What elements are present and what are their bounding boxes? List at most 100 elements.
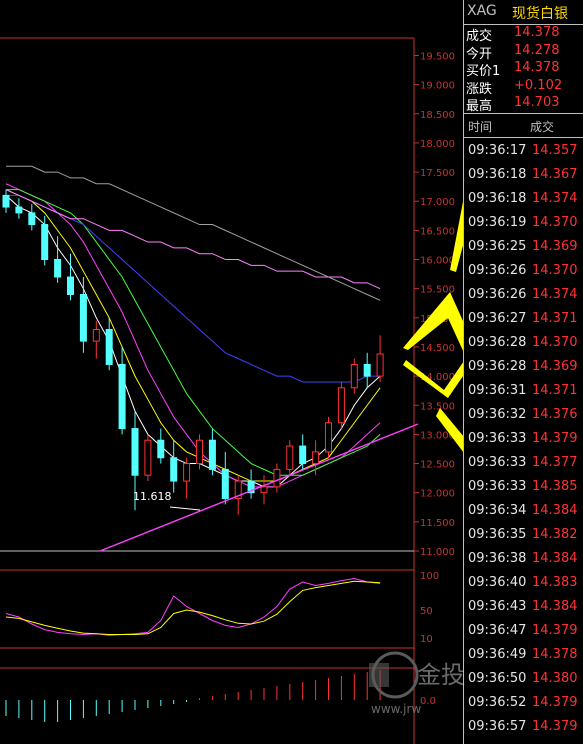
tick-row[interactable]: 09:36:32 14.376 — [464, 404, 583, 428]
quote-label: 最高 — [466, 99, 493, 114]
tick-row[interactable]: 09:36:38 14.384 — [464, 548, 583, 572]
candle-body — [312, 451, 320, 465]
price-tick-label: 18.000 — [420, 139, 455, 150]
tick-price: 14.371 — [532, 311, 578, 326]
quote-value: 14.378 — [514, 25, 560, 40]
price-tick-label: 19.500 — [420, 51, 455, 62]
tick-price: 14.384 — [532, 551, 578, 566]
tick-row[interactable]: 09:36:19 14.370 — [464, 212, 583, 236]
moving-average-line — [5, 189, 381, 482]
tick-row[interactable]: 09:36:28 14.369 — [464, 356, 583, 380]
candle-body — [286, 445, 294, 470]
candle-body — [183, 463, 191, 482]
tick-price: 14.370 — [532, 335, 578, 350]
candle-body — [337, 387, 345, 424]
moving-average-line — [5, 183, 381, 488]
tick-row[interactable]: 09:36:33 14.377 — [464, 452, 583, 476]
price-tick-label: 17.000 — [420, 197, 455, 208]
tick-price: 14.374 — [532, 191, 578, 206]
tick-row[interactable]: 09:36:18 14.374 — [464, 188, 583, 212]
moving-average-line — [6, 165, 381, 301]
candle-body — [350, 363, 358, 389]
tick-row[interactable]: 09:36:18 14.367 — [464, 164, 583, 188]
candle-body — [118, 363, 126, 430]
candle-body — [208, 439, 216, 470]
tick-row[interactable]: 09:36:40 14.383 — [464, 572, 583, 596]
candle-body — [41, 224, 49, 261]
candle-body — [325, 422, 332, 453]
tick-price: 14.383 — [532, 575, 578, 590]
tick-price: 14.357 — [532, 143, 578, 158]
candlestick-chart[interactable]: 11.618 19.500 19.000 18.500 18.000 17.500 17.… — [0, 0, 463, 744]
candle-body — [299, 445, 307, 465]
quote-row: 买价1 14.378 — [464, 60, 583, 79]
candle-body — [54, 259, 62, 278]
candle-body — [144, 439, 152, 476]
watermark-brand: 金投网 — [417, 661, 463, 689]
candle-body — [92, 328, 100, 342]
tick-price: 14.377 — [532, 455, 578, 470]
tick-time: 09:36:26 — [468, 263, 527, 278]
quote-row: 最高 14.703 — [464, 95, 583, 114]
tick-row[interactable]: 09:36:52 14.379 — [464, 692, 583, 716]
price-tick-label: 16.500 — [420, 226, 455, 237]
candle-body — [2, 194, 10, 208]
candle-body — [15, 206, 23, 214]
tick-time: 09:36:49 — [468, 647, 527, 662]
tick-time: 09:36:33 — [468, 455, 527, 470]
candle-body — [157, 439, 165, 459]
tick-time: 09:36:19 — [468, 215, 527, 230]
tick-time: 09:36:50 — [468, 671, 527, 686]
tick-time: 09:36:18 — [468, 191, 527, 206]
tick-row[interactable]: 09:36:43 14.384 — [464, 596, 583, 620]
tick-row[interactable]: 09:36:25 14.369 — [464, 236, 583, 260]
candle-body — [363, 363, 371, 377]
tick-row[interactable]: 09:36:35 14.382 — [464, 524, 583, 548]
tick-row[interactable]: 09:36:31 14.371 — [464, 380, 583, 404]
tick-time: 09:36:52 — [468, 695, 527, 710]
quote-value: 14.378 — [514, 60, 560, 75]
tick-time: 09:36:18 — [468, 167, 527, 182]
tick-price: 14.370 — [532, 215, 578, 230]
symbol-code: XAG — [467, 3, 497, 19]
tick-row[interactable]: 09:36:33 14.379 — [464, 428, 583, 452]
tick-row[interactable]: 09:36:57 14.379 — [464, 716, 583, 740]
tick-row[interactable]: 09:36:27 14.371 — [464, 308, 583, 332]
tick-price: 14.370 — [532, 263, 578, 278]
tick-price: 14.384 — [532, 599, 578, 614]
candle-body — [376, 353, 384, 377]
tick-time: 09:36:47 — [468, 623, 527, 638]
moving-average-line — [6, 194, 381, 383]
ticks-header-time: 时间 — [468, 120, 493, 134]
tick-time: 09:36:28 — [468, 335, 527, 350]
tick-row[interactable]: 09:36:47 14.379 — [464, 620, 583, 644]
price-tick-label: 16.000 — [420, 256, 455, 267]
tick-price: 14.382 — [532, 527, 578, 542]
tick-row[interactable]: 09:36:34 14.384 — [464, 500, 583, 524]
tick-row[interactable]: 09:36:49 14.378 — [464, 644, 583, 668]
quote-label: 今开 — [466, 46, 493, 62]
tick-row[interactable]: 09:36:26 14.374 — [464, 284, 583, 308]
osc-tick-label: 100 — [420, 571, 439, 582]
symbol-header: XAG 现货白银 — [464, 0, 583, 25]
price-tick-label: 12.500 — [420, 460, 455, 471]
tick-row[interactable]: 09:36:50 14.380 — [464, 668, 583, 692]
watermark-url: www.jrw — [371, 702, 421, 716]
tick-price: 14.379 — [532, 431, 578, 446]
tick-time: 09:36:33 — [468, 431, 527, 446]
tick-row[interactable]: 09:36:17 14.357 — [464, 140, 583, 164]
quote-label: 成交 — [466, 29, 493, 44]
price-tick-label: 11.500 — [420, 518, 455, 529]
trend-line-low — [169, 506, 201, 511]
candle-body — [273, 468, 281, 488]
tick-price: 14.385 — [532, 479, 578, 494]
tick-row[interactable]: 09:36:28 14.370 — [464, 332, 583, 356]
tick-price: 14.379 — [532, 719, 578, 734]
quote-row: 涨跌 +0.102 — [464, 78, 583, 97]
tick-row[interactable]: 09:36:33 14.385 — [464, 476, 583, 500]
ticks-header: 时间 成交 — [464, 118, 583, 136]
tick-price: 14.379 — [532, 695, 578, 710]
tick-time: 09:36:17 — [468, 143, 527, 158]
tick-row[interactable]: 09:36:26 14.370 — [464, 260, 583, 284]
price-tick-label: 19.000 — [420, 81, 455, 92]
